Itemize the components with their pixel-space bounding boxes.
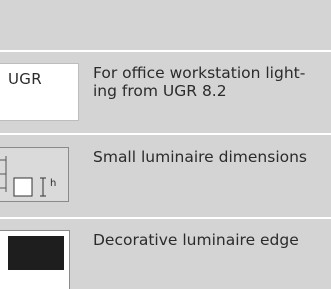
dimensions-icon: h — [0, 147, 69, 202]
height-label: h — [50, 178, 57, 189]
divider — [0, 50, 331, 52]
divider — [0, 217, 331, 219]
feature-text-ugr: For office workstation light- ing from U… — [93, 64, 306, 100]
edge-icon — [0, 230, 70, 289]
feature-text-dimensions: Small luminaire dimensions — [93, 148, 308, 166]
dimensions-diagram — [0, 156, 46, 197]
top-band — [0, 0, 331, 50]
feature-list-page: UGR For office workstation light- ing fr… — [0, 0, 331, 289]
feature-text-edge: Decorative luminaire edge — [93, 231, 299, 249]
edge-dark-band — [8, 236, 64, 270]
top-mark — [0, 0, 3, 12]
ugr-icon: UGR — [0, 63, 79, 121]
divider — [0, 133, 331, 135]
ugr-icon-label: UGR — [8, 70, 42, 88]
